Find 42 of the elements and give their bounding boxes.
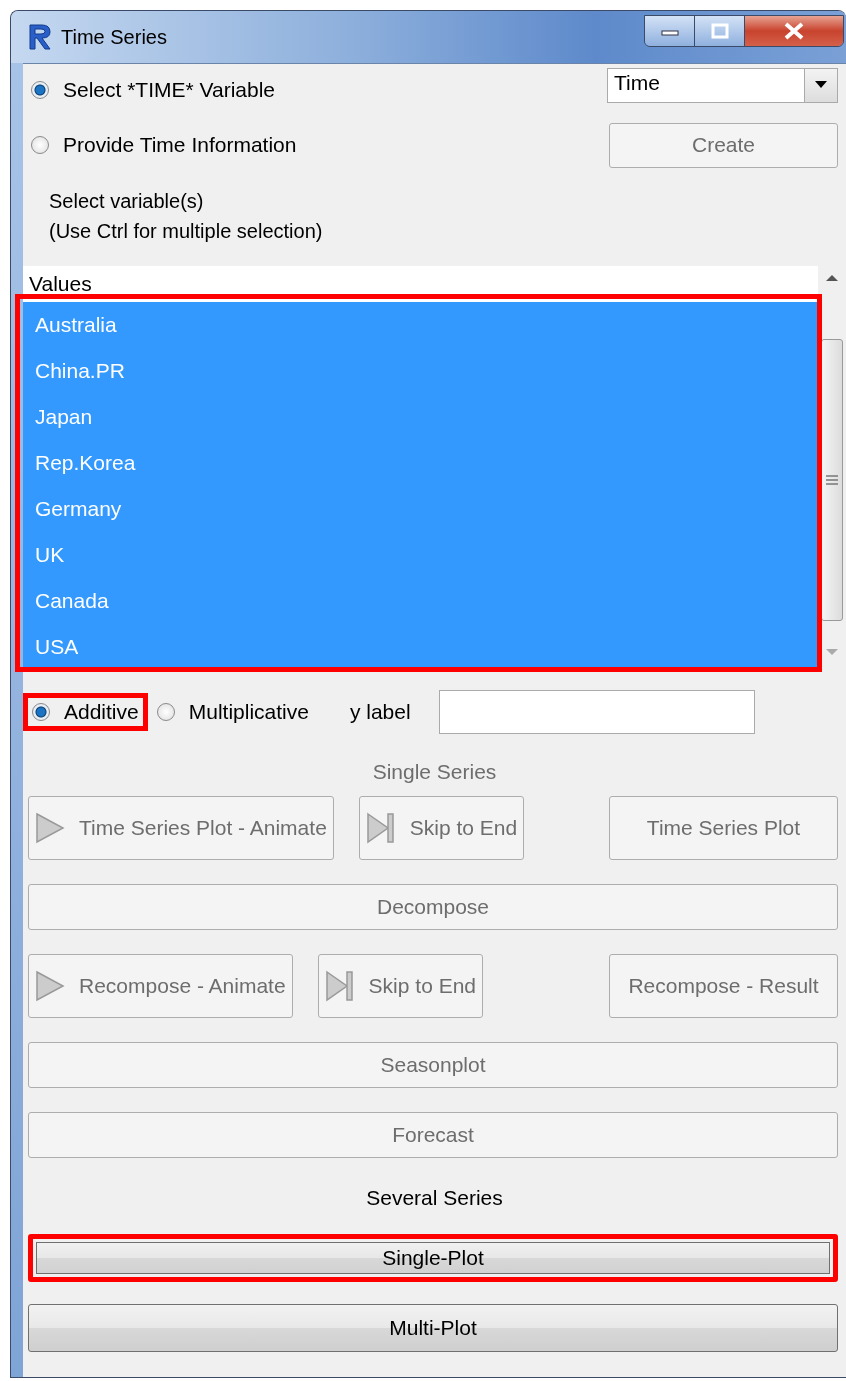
section-heading: Single Series (371, 759, 498, 785)
list-item[interactable]: China.PR (23, 348, 818, 394)
field-label: y label (349, 700, 411, 724)
list-item[interactable]: Canada (23, 578, 818, 624)
list-item[interactable]: Australia (23, 302, 818, 348)
play-icon (35, 970, 65, 1002)
time-dropdown[interactable]: Time (607, 67, 838, 103)
radio-option[interactable]: Select *TIME* Variable (31, 78, 276, 102)
action-button[interactable]: Multi-Plot (28, 1304, 838, 1352)
section-heading: Several Series (365, 1185, 504, 1211)
list-item[interactable]: Germany (23, 486, 818, 532)
scroll-up-icon[interactable] (826, 274, 838, 282)
radio-option[interactable]: Multiplicative (147, 693, 318, 731)
scroll-thumb[interactable] (821, 339, 843, 621)
dropdown-arrow-icon (815, 81, 827, 89)
list-item[interactable]: Values (23, 266, 818, 302)
action-button[interactable]: Single-Plot (28, 1234, 838, 1282)
list-item[interactable]: USA (23, 624, 818, 670)
scroll-down-icon[interactable] (826, 648, 838, 656)
instruction-text: (Use Ctrl for multiple selection) (49, 219, 323, 244)
letter-r-icon (27, 23, 53, 51)
list-item[interactable]: Rep.Korea (23, 440, 818, 486)
skip-to-end-icon (324, 970, 355, 1002)
play-icon (35, 812, 65, 844)
radio-icon[interactable] (32, 703, 50, 721)
maximize-icon (709, 23, 730, 39)
close-icon (782, 21, 806, 41)
radio-icon[interactable] (31, 136, 49, 154)
radio-icon[interactable] (156, 703, 175, 721)
grip-icon (826, 475, 838, 485)
radio-option[interactable]: Additive (23, 693, 148, 731)
close-button[interactable] (745, 16, 843, 46)
maximize-button[interactable] (695, 16, 745, 46)
minimize-button[interactable] (645, 16, 695, 46)
radio-icon[interactable] (31, 81, 49, 99)
list-item[interactable]: UK (23, 532, 818, 578)
instruction-text: Select variable(s) (49, 189, 204, 214)
skip-to-end-icon (365, 812, 396, 844)
y-label-field[interactable] (438, 690, 755, 734)
window-title: Time Series (61, 25, 167, 49)
radio-option[interactable]: Provide Time Information (31, 133, 297, 157)
list-item[interactable]: Japan (23, 394, 818, 440)
